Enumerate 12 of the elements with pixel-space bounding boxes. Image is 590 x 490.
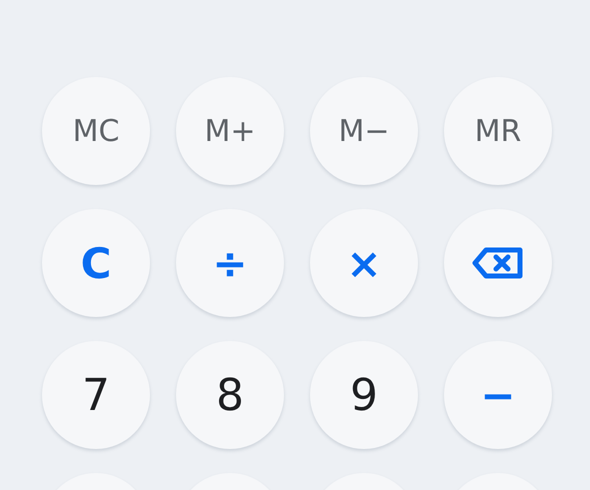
backspace-icon [472,247,524,279]
digit-key[interactable]: 9 [310,341,418,449]
memory-key[interactable]: M− [310,77,418,185]
memory-key[interactable]: M+ [176,77,284,185]
operator-key[interactable]: C [42,209,150,317]
memory-key[interactable]: MC [42,77,150,185]
digit-key[interactable]: 7 [42,341,150,449]
operator-key[interactable]: − [444,341,552,449]
operator-key[interactable]: ÷ [176,209,284,317]
digit-key[interactable]: 8 [176,341,284,449]
operator-key[interactable]: × [310,209,418,317]
memory-key[interactable]: MR [444,77,552,185]
